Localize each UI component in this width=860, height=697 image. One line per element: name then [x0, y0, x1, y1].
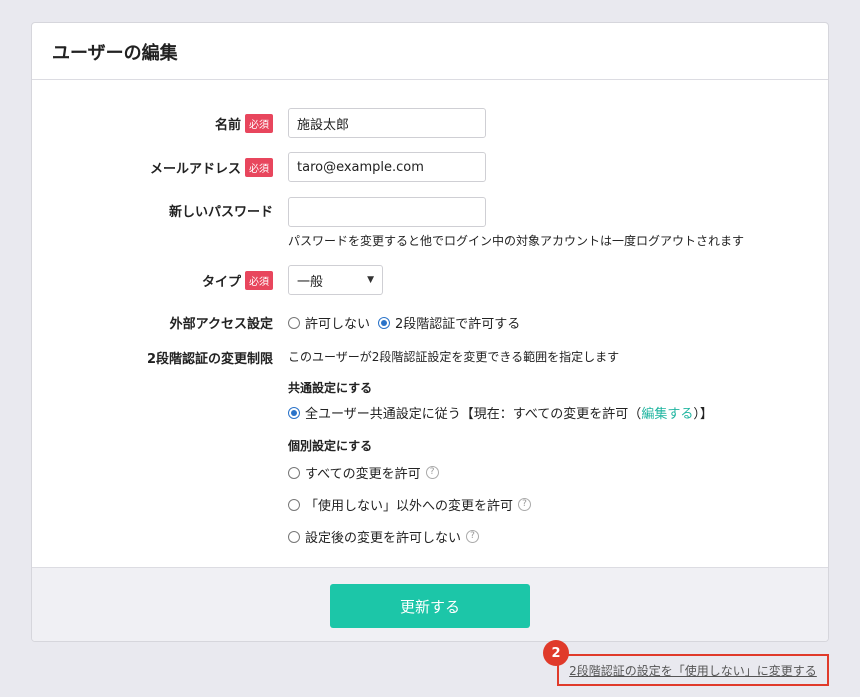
external-access-radio-2fa[interactable] [378, 316, 391, 329]
help-icon[interactable]: ? [466, 530, 480, 543]
two-factor-description: このユーザーが2段階認証設定を変更できる範囲を指定します [288, 350, 620, 364]
individual-radio-except-disable[interactable] [288, 498, 300, 511]
individual-setting-heading: 個別設定にする [288, 439, 373, 453]
edit-common-setting-link[interactable]: 編集する [641, 403, 693, 422]
highlight-box: 2段階認証の設定を「使用しない」に変更する [557, 654, 829, 686]
individual-radio-all[interactable] [288, 466, 300, 479]
type-label: タイプ 必須 [202, 271, 273, 290]
edit-user-card: ユーザーの編集 名前 必須 メールアドレス 必須 新しいパスワード パスワードを… [31, 22, 829, 642]
name-input[interactable] [288, 108, 486, 138]
help-icon[interactable]: ? [518, 498, 532, 511]
required-badge: 必須 [245, 158, 273, 177]
page-title: ユーザーの編集 [52, 43, 178, 64]
two-factor-label: 2段階認証の変更制限 [146, 352, 273, 367]
external-access-label: 外部アクセス設定 [169, 317, 273, 332]
individual-option-all: すべての変更を許可 ? [288, 463, 713, 482]
external-access-radio-deny[interactable] [288, 316, 300, 329]
individual-option-lock: 設定後の変更を許可しない ? [288, 527, 713, 546]
external-access-options: 許可しない 2段階認証で許可する [288, 313, 520, 332]
step-number-badge: 2 [543, 640, 569, 666]
individual-option-except-disable: 「使用しない」以外への変更を許可 ? [288, 495, 713, 514]
common-setting-option: 全ユーザー共通設定に従う【現在：すべての変更を許可（ 編集する）】 [288, 403, 713, 422]
card-header: ユーザーの編集 [32, 23, 828, 80]
email-label: メールアドレス 必須 [150, 158, 273, 177]
help-icon[interactable]: ? [425, 466, 439, 479]
email-input[interactable] [288, 152, 486, 182]
password-label: 新しいパスワード [168, 205, 273, 220]
common-setting-radio[interactable] [288, 406, 300, 419]
disable-two-factor-link[interactable]: 2段階認証の設定を「使用しない」に変更する [569, 662, 817, 679]
caret-down-icon: ▼ [367, 275, 374, 285]
name-label: 名前 必須 [215, 114, 273, 133]
type-select[interactable]: 一般 ▼ [288, 265, 383, 295]
required-badge: 必須 [245, 271, 273, 290]
common-setting-heading: 共通設定にする [288, 381, 373, 395]
individual-radio-lock[interactable] [288, 530, 300, 543]
password-input[interactable] [288, 197, 486, 227]
card-footer: 更新する [32, 567, 828, 641]
password-help-text: パスワードを変更すると他でログイン中の対象アカウントは一度ログアウトされます [288, 234, 745, 248]
update-button[interactable]: 更新する [330, 584, 530, 628]
required-badge: 必須 [245, 114, 273, 133]
